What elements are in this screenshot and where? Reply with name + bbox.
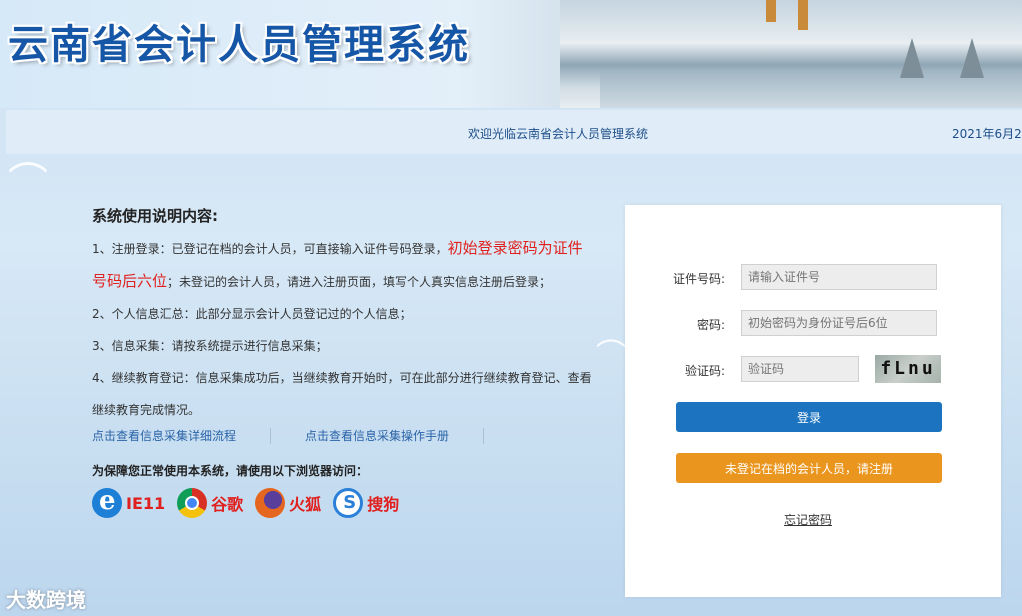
header-banner: 云南省会计人员管理系统 (0, 0, 1022, 108)
pagoda-right (798, 0, 808, 30)
id-label: 证件号码: (672, 272, 725, 286)
instruction-item-3: 3、信息采集：请按系统提示进行信息采集； (92, 339, 328, 353)
link-collection-manual[interactable]: 点击查看信息采集操作手册 (305, 428, 485, 444)
captcha-image[interactable]: fLnu (875, 355, 941, 383)
login-panel: 证件号码: 密码: 验证码: fLnu 登录 未登记在档的会计人员，请注册 忘记… (625, 205, 1001, 597)
login-button[interactable]: 登录 (676, 402, 942, 432)
captcha-label: 验证码: (684, 364, 725, 378)
instruction-item-1-suffix: ；未登记的会计人员，请进入注册页面，填写个人真实信息注册后登录； (167, 275, 552, 289)
instruction-item-2: 2、个人信息汇总：此部分显示会计人员登记过的个人信息； (92, 307, 412, 321)
chrome-icon (177, 488, 208, 518)
instructions-title: 系统使用说明内容: (92, 207, 218, 225)
browser-label-sogou: 搜狗 (367, 495, 400, 514)
password-label: 密码: (696, 318, 725, 332)
captcha-row: 验证码: fLnu (625, 355, 1001, 383)
instruction-item-1-text: 1、注册登录：已登记在档的会计人员，可直接输入证件号码登录， (92, 242, 448, 256)
banner-lake (600, 70, 1022, 108)
browser-list: IE11 谷歌 火狐 搜狗 (92, 486, 411, 520)
bird-decoration-icon: ⌒ (596, 338, 626, 373)
password-row: 密码: (625, 310, 1001, 336)
id-row: 证件号码: (625, 264, 1001, 290)
snow-tree (900, 38, 924, 78)
instruction-item-1: 1、注册登录：已登记在档的会计人员，可直接输入证件号码登录，初始登录密码为证件号… (92, 232, 592, 298)
captcha-input[interactable] (741, 356, 859, 382)
current-date: 2021年6月25 (952, 127, 1022, 141)
browser-label-chrome: 谷歌 (211, 495, 244, 514)
forgot-password-link[interactable]: 忘记密码 (784, 511, 832, 528)
register-button[interactable]: 未登记在档的会计人员，请注册 (676, 453, 942, 483)
watermark: 大数跨境 (6, 588, 86, 612)
sogou-icon (333, 488, 364, 518)
firefox-icon (255, 488, 286, 518)
instruction-item-4: 4、继续教育登记：信息采集成功后，当继续教育开始时，可在此部分进行继续教育登记、… (92, 371, 592, 417)
browser-label-firefox: 火狐 (289, 495, 322, 514)
id-number-input[interactable] (741, 264, 937, 290)
page-title: 云南省会计人员管理系统 (8, 22, 470, 68)
link-collection-flow[interactable]: 点击查看信息采集详细流程 (92, 428, 272, 444)
instructions-section: 系统使用说明内容: 1、注册登录：已登记在档的会计人员，可直接输入证件号码登录，… (92, 200, 592, 426)
pagoda-left (766, 0, 776, 22)
welcome-text: 欢迎光临云南省会计人员管理系统 (468, 127, 649, 141)
browser-label-ie: IE11 (126, 493, 166, 513)
help-links: 点击查看信息采集详细流程 点击查看信息采集操作手册 (92, 428, 518, 444)
snow-tree (960, 38, 984, 78)
bird-decoration-icon: ⌒ (8, 160, 48, 206)
welcome-bar: 欢迎光临云南省会计人员管理系统 2021年6月25 (6, 110, 1022, 154)
password-input[interactable] (741, 310, 937, 336)
ie-icon (92, 486, 122, 518)
browser-note: 为保障您正常使用本系统，请使用以下浏览器访问： (92, 464, 369, 478)
